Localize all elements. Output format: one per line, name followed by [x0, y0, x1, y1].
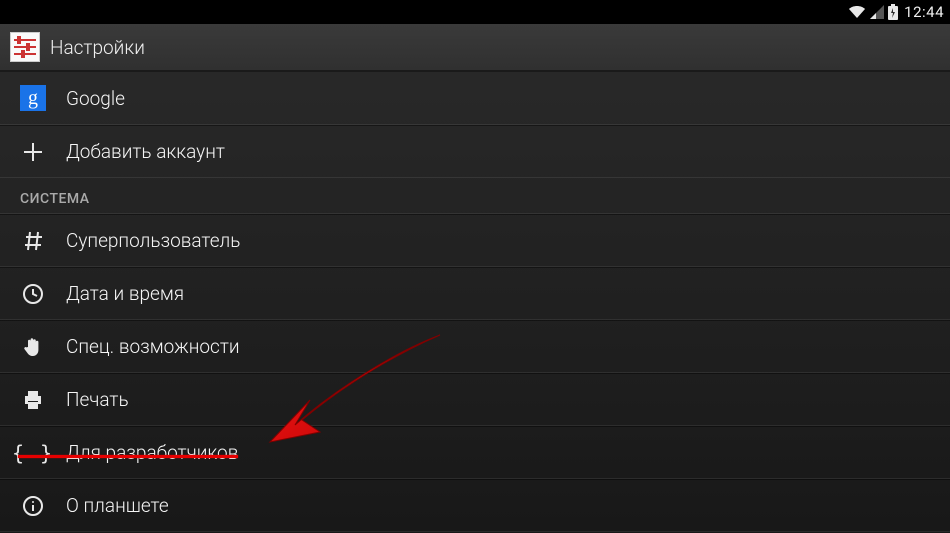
row-label: Печать [66, 388, 129, 411]
row-label: Добавить аккаунт [66, 140, 225, 163]
section-label: СИСТЕМА [20, 191, 90, 207]
row-label: Для разработчиков [66, 441, 238, 464]
settings-list: g Google Добавить аккаунт СИСТЕМА Суперп… [0, 72, 950, 532]
row-add-account[interactable]: Добавить аккаунт [0, 125, 950, 178]
info-icon [20, 495, 46, 517]
row-superuser[interactable]: Суперпользователь [0, 214, 950, 267]
page-title: Настройки [50, 36, 145, 59]
row-label: Google [66, 87, 125, 110]
row-label: Суперпользователь [66, 229, 240, 252]
hash-icon [20, 230, 46, 252]
row-accessibility[interactable]: Спец. возможности [0, 320, 950, 373]
hand-icon [20, 336, 46, 358]
settings-app-icon [10, 32, 40, 62]
row-print[interactable]: Печать [0, 373, 950, 426]
status-bar: 12:44 [0, 0, 950, 24]
row-google-account[interactable]: g Google [0, 72, 950, 125]
braces-icon: { } [20, 441, 46, 465]
clock-icon [20, 283, 46, 305]
battery-charging-icon [888, 4, 898, 20]
row-label: Дата и время [66, 282, 184, 305]
row-label: О планшете [66, 494, 169, 517]
row-developer-options[interactable]: { } Для разработчиков [0, 426, 950, 479]
signal-icon [870, 5, 884, 19]
wifi-icon [848, 5, 866, 19]
row-about-tablet[interactable]: О планшете [0, 479, 950, 532]
google-icon: g [20, 85, 46, 111]
plus-icon [20, 141, 46, 163]
row-date-time[interactable]: Дата и время [0, 267, 950, 320]
section-header-system: СИСТЕМА [0, 178, 950, 214]
row-label: Спец. возможности [66, 335, 240, 358]
printer-icon [20, 389, 46, 411]
title-bar: Настройки [0, 24, 950, 72]
status-time: 12:44 [904, 3, 944, 21]
